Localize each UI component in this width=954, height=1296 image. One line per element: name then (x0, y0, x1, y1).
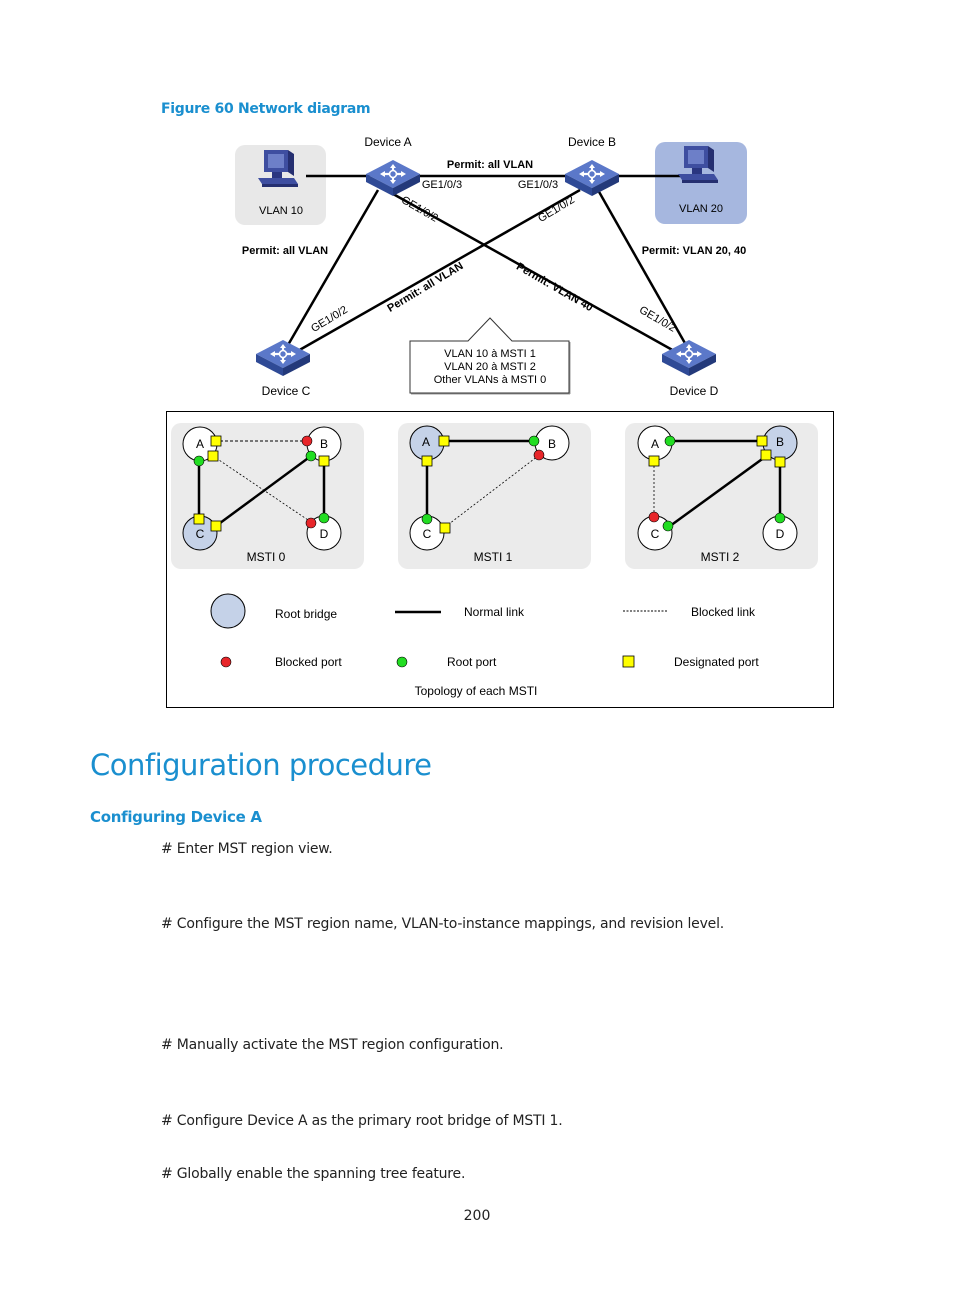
device-d-label: Device D (670, 384, 719, 398)
port-a-ge2: GE1/0/2 (399, 194, 440, 225)
legend-blocked-link: Blocked link (691, 605, 756, 619)
legend-blocked-port-icon (220, 656, 232, 668)
svg-text:C: C (423, 527, 432, 541)
svg-text:A: A (651, 437, 659, 451)
legend-root-port-icon (396, 656, 408, 668)
link-b-d-label: Permit: VLAN 20, 40 (642, 245, 747, 257)
svg-text:B: B (548, 437, 556, 451)
svg-text:C: C (651, 527, 660, 541)
svg-text:D: D (320, 527, 329, 541)
link-b-c-label: Permit: all VLAN (385, 260, 465, 315)
step-configure-region: # Configure the MST region name, VLAN-to… (161, 916, 725, 932)
legend-normal-link: Normal link (464, 605, 525, 619)
port-c-ge2: GE1/0/2 (309, 304, 350, 335)
page-number: 200 (463, 1208, 491, 1224)
network-diagram: Device A Device B Device C Device D VLAN… (166, 135, 834, 708)
vlan20-pc-icon (678, 146, 718, 183)
callout-line-2: VLAN 20 à MSTI 2 (444, 361, 536, 373)
legend-blocked-port: Blocked port (275, 655, 342, 669)
device-c-switch-icon[interactable] (254, 338, 312, 378)
step-enter-mst-region: # Enter MST region view. (161, 841, 333, 857)
link-a-d-label: Permit: VLAN 40 (514, 261, 595, 314)
link-a-b-label: Permit: all VLAN (447, 159, 533, 171)
svg-text:C: C (196, 527, 205, 541)
device-a-label: Device A (364, 135, 411, 149)
legend-designated-port-icon (622, 655, 635, 668)
legend-title: Topology of each MSTI (415, 684, 538, 698)
step-activate-region: # Manually activate the MST region confi… (161, 1037, 504, 1053)
section-title: Configuration procedure (90, 748, 432, 782)
vlan20-label: VLAN 20 (679, 203, 723, 215)
device-b-switch-icon[interactable] (563, 158, 621, 198)
msti1-label: MSTI 1 (474, 550, 513, 564)
device-d-switch-icon[interactable] (660, 338, 718, 378)
legend-root-port: Root port (447, 655, 497, 669)
legend-root-bridge: Root bridge (275, 607, 337, 621)
port-b-ge2: GE1/0/2 (536, 194, 577, 225)
legend-designated-port: Designated port (674, 655, 759, 669)
msti2-label: MSTI 2 (701, 550, 740, 564)
subsection-title: Configuring Device A (90, 808, 262, 826)
svg-text:B: B (320, 437, 328, 451)
svg-text:B: B (776, 435, 784, 449)
device-b-label: Device B (568, 135, 616, 149)
legend-root-bridge-icon (210, 593, 246, 629)
svg-text:A: A (422, 435, 430, 449)
svg-text:D: D (776, 527, 785, 541)
step-root-bridge: # Configure Device A as the primary root… (161, 1113, 563, 1129)
link-a-c-label: Permit: all VLAN (242, 245, 328, 257)
step-enable-stp: # Globally enable the spanning tree feat… (161, 1166, 466, 1182)
svg-text:A: A (196, 437, 204, 451)
callout-line-1: VLAN 10 à MSTI 1 (444, 348, 536, 360)
msti0-label: MSTI 0 (247, 550, 286, 564)
vlan10-pc-icon (258, 150, 298, 187)
port-b-ge3: GE1/0/3 (518, 179, 558, 191)
callout-line-3: Other VLANs à MSTI 0 (434, 374, 546, 386)
device-a-switch-icon[interactable] (364, 158, 422, 198)
device-c-label: Device C (262, 384, 311, 398)
port-a-ge3: GE1/0/3 (422, 179, 462, 191)
vlan10-label: VLAN 10 (259, 205, 303, 217)
